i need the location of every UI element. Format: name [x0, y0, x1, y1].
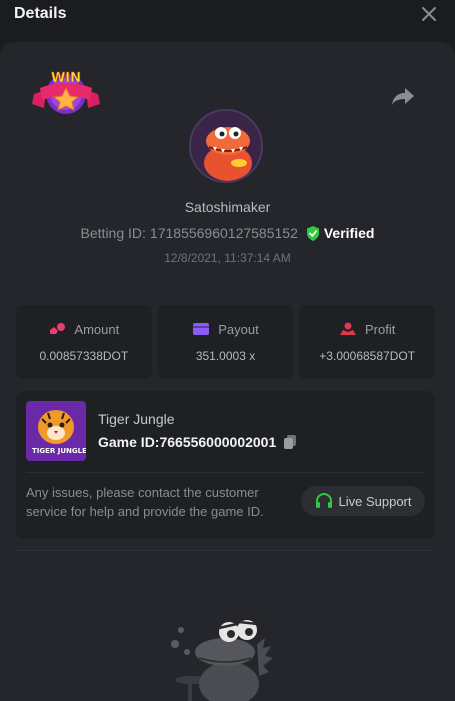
details-panel: WIN Satoshimaker Betting ID: 17185569601… — [0, 42, 455, 701]
crocodile-mascot-icon — [171, 620, 273, 701]
win-badge-icon: WIN — [32, 71, 100, 114]
username: Satoshimaker — [184, 199, 271, 215]
close-icon — [422, 7, 436, 21]
section-divider — [16, 550, 435, 551]
live-support-button[interactable]: Live Support — [301, 486, 425, 516]
stat-profit-label: Profit — [365, 321, 396, 337]
copy-icon[interactable] — [282, 434, 298, 450]
stats-row: Amount 0.00857338DOT Payout 351.0003 x P… — [16, 305, 436, 379]
stat-payout-value: 351.0003 x — [195, 348, 256, 363]
amount-icon — [50, 323, 66, 334]
payout-icon — [193, 323, 210, 335]
stat-profit: Profit +3.00068587DOT — [299, 305, 436, 379]
crocodile-avatar-icon — [191, 111, 261, 181]
support-text: Any issues, please contact the customer … — [26, 485, 264, 519]
shield-check-icon — [306, 225, 319, 241]
stat-amount-value: 0.00857338DOT — [39, 348, 129, 363]
bet-timestamp: 12/8/2021, 11:37:14 AM — [164, 251, 291, 265]
share-icon[interactable] — [391, 86, 415, 106]
stat-profit-value: +3.00068587DOT — [319, 348, 416, 363]
close-button[interactable] — [417, 2, 441, 26]
avatar — [189, 109, 263, 183]
betting-id-label: Betting ID: — [80, 225, 146, 241]
stat-amount: Amount 0.00857338DOT — [16, 305, 152, 379]
page-title: Details — [14, 5, 67, 22]
game-id-row: Game ID:766556000002001 — [98, 434, 298, 450]
stat-amount-label: Amount — [74, 321, 120, 337]
verified-label: Verified — [323, 225, 375, 241]
thumb-title: TIGER JUNGLE — [32, 447, 86, 455]
header: Details — [0, 0, 455, 42]
game-name: Tiger Jungle — [98, 411, 175, 427]
betting-id-value: 1718556960127585152 — [149, 225, 298, 241]
stat-payout: Payout 351.0003 x — [157, 305, 294, 379]
profit-icon — [340, 322, 356, 335]
live-support-label: Live Support — [338, 493, 412, 509]
betting-id-row: Betting ID: 1718556960127585152 Verified — [0, 225, 455, 241]
stat-payout-label: Payout — [218, 321, 259, 337]
game-card: TIGER JUNGLE Tiger Jungle Game ID:766556… — [16, 391, 435, 539]
verified-badge: Verified — [306, 225, 375, 241]
headset-icon — [315, 493, 332, 508]
game-id: Game ID:766556000002001 — [98, 434, 277, 450]
game-thumbnail[interactable]: TIGER JUNGLE — [26, 401, 86, 461]
tiger-icon: TIGER JUNGLE — [26, 401, 86, 461]
win-badge-text: WIN — [51, 71, 81, 86]
card-divider — [26, 472, 425, 473]
